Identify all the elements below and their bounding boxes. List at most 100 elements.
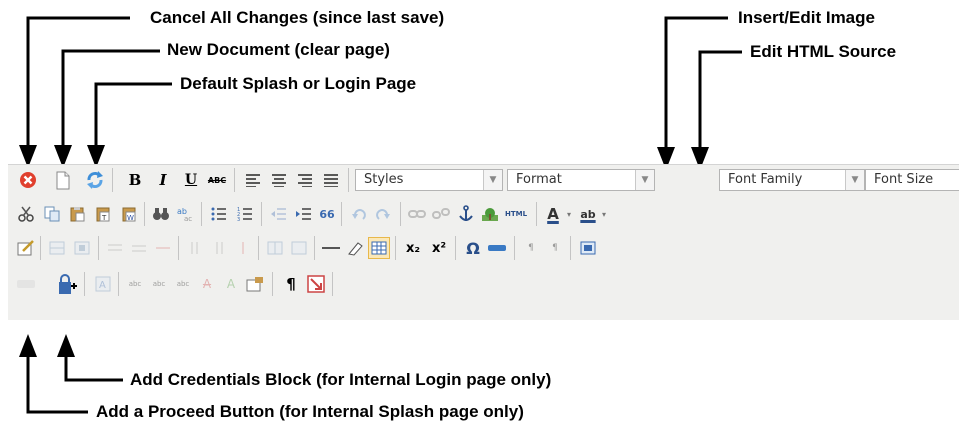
table-row-icon bbox=[49, 241, 65, 255]
align-right-button[interactable] bbox=[294, 169, 316, 191]
row-after-button[interactable] bbox=[128, 237, 150, 259]
separator bbox=[455, 236, 456, 260]
link-icon bbox=[408, 210, 426, 218]
cut-button[interactable] bbox=[15, 203, 37, 225]
indent-button[interactable] bbox=[293, 203, 315, 225]
unlink-button[interactable] bbox=[430, 203, 452, 225]
separator bbox=[40, 236, 41, 260]
svg-text:W: W bbox=[127, 214, 134, 222]
media-button[interactable] bbox=[486, 237, 508, 259]
align-justify-button[interactable] bbox=[320, 169, 342, 191]
format-dropdown[interactable]: Format ▼ bbox=[507, 169, 655, 191]
undo-button[interactable] bbox=[348, 203, 370, 225]
table-row-props-button[interactable] bbox=[46, 237, 68, 259]
svg-text:3: 3 bbox=[237, 217, 240, 221]
insert-image-button[interactable] bbox=[479, 203, 501, 225]
paste-word-button[interactable]: W bbox=[118, 203, 140, 225]
blockquote-button[interactable]: 66 bbox=[316, 203, 338, 225]
add-credentials-block-button[interactable] bbox=[56, 273, 78, 295]
separator bbox=[272, 272, 273, 296]
split-cells-button[interactable] bbox=[264, 237, 286, 259]
paste-text-button[interactable]: T bbox=[92, 203, 114, 225]
separator bbox=[400, 202, 401, 226]
default-splash-button[interactable] bbox=[84, 169, 106, 191]
highlight-color-dropdown[interactable]: ▾ bbox=[599, 203, 609, 225]
cancel-changes-button[interactable] bbox=[17, 169, 39, 191]
row-before-button[interactable] bbox=[104, 237, 126, 259]
unlink-icon bbox=[432, 208, 450, 219]
delete-row-button[interactable] bbox=[152, 237, 174, 259]
replace-button[interactable]: ab ac bbox=[174, 203, 196, 225]
outdent-button[interactable] bbox=[268, 203, 290, 225]
row-before-icon bbox=[108, 244, 122, 251]
link-button[interactable] bbox=[406, 203, 428, 225]
find-button[interactable] bbox=[150, 203, 172, 225]
col-after-button[interactable] bbox=[208, 237, 230, 259]
abbr-button[interactable]: abc bbox=[148, 273, 170, 295]
copy-button[interactable] bbox=[41, 203, 63, 225]
del-button[interactable]: A bbox=[196, 273, 218, 295]
align-center-button[interactable] bbox=[268, 169, 290, 191]
separator bbox=[112, 168, 113, 192]
visual-aid-icon bbox=[307, 275, 325, 293]
attribs-button[interactable] bbox=[244, 273, 266, 295]
highlight-color-button[interactable]: ab bbox=[577, 203, 599, 225]
bullet-list-button[interactable] bbox=[208, 203, 230, 225]
show-blocks-button[interactable]: ¶ bbox=[280, 273, 302, 295]
split-cells-icon bbox=[267, 241, 283, 255]
chevron-down-icon: ▼ bbox=[483, 170, 502, 190]
numbered-list-button[interactable]: 123 bbox=[234, 203, 256, 225]
edit-html-source-button[interactable]: HTML bbox=[502, 203, 530, 225]
ins-button[interactable]: A bbox=[220, 273, 242, 295]
italic-button[interactable]: I bbox=[152, 169, 174, 191]
cite-button[interactable]: abc bbox=[124, 273, 146, 295]
edit-icon bbox=[17, 240, 34, 256]
paste-button[interactable] bbox=[66, 203, 88, 225]
separator bbox=[118, 272, 119, 296]
special-char-button[interactable]: Ω bbox=[462, 237, 484, 259]
redo-button[interactable] bbox=[372, 203, 394, 225]
strikethrough-button[interactable]: ABC bbox=[206, 169, 228, 191]
rtl-button[interactable]: ¶ bbox=[544, 237, 566, 259]
subscript-button[interactable]: x₂ bbox=[402, 237, 424, 259]
font-family-label: Font Family bbox=[728, 172, 803, 187]
styleprops-button[interactable]: A bbox=[92, 273, 114, 295]
anchor-button[interactable] bbox=[455, 203, 477, 225]
font-family-dropdown[interactable]: Font Family ▼ bbox=[719, 169, 865, 191]
font-size-dropdown[interactable]: Font Size bbox=[865, 169, 959, 191]
row-after-icon bbox=[132, 245, 146, 252]
underline-button[interactable]: U bbox=[180, 169, 202, 191]
table-button[interactable] bbox=[368, 237, 390, 259]
styles-dropdown[interactable]: Styles ▼ bbox=[355, 169, 503, 191]
horizontal-rule-button[interactable] bbox=[320, 237, 342, 259]
delete-col-button[interactable] bbox=[232, 237, 254, 259]
merge-cells-button[interactable] bbox=[288, 237, 310, 259]
table-icon bbox=[371, 241, 387, 255]
cleanup-button[interactable] bbox=[15, 237, 37, 259]
text-color-button[interactable]: A bbox=[542, 203, 564, 225]
align-left-button[interactable] bbox=[242, 169, 264, 191]
text-color-dropdown[interactable]: ▾ bbox=[564, 203, 574, 225]
refresh-icon bbox=[87, 171, 103, 189]
indent-icon bbox=[296, 208, 311, 220]
remove-format-button[interactable] bbox=[344, 237, 366, 259]
col-before-button[interactable] bbox=[184, 237, 206, 259]
new-document-button[interactable] bbox=[52, 169, 74, 191]
replace-icon: abac bbox=[177, 207, 192, 222]
table-cell-props-button[interactable] bbox=[71, 237, 93, 259]
separator bbox=[258, 236, 259, 260]
acronym-button[interactable]: abc bbox=[172, 273, 194, 295]
ltr-button[interactable]: ¶ bbox=[520, 237, 542, 259]
visual-aid-button[interactable] bbox=[305, 273, 327, 295]
paste-icon bbox=[70, 207, 85, 222]
add-proceed-button[interactable] bbox=[15, 273, 37, 295]
bold-button[interactable]: B bbox=[124, 169, 146, 191]
delete-col-icon bbox=[242, 242, 244, 254]
anchor-icon bbox=[459, 205, 473, 221]
cancel-icon bbox=[20, 172, 36, 188]
superscript-button[interactable]: x² bbox=[428, 237, 450, 259]
fullscreen-button[interactable] bbox=[577, 237, 599, 259]
text-color-icon: A bbox=[547, 205, 559, 223]
separator bbox=[178, 236, 179, 260]
highlight-icon: ab bbox=[580, 207, 596, 221]
